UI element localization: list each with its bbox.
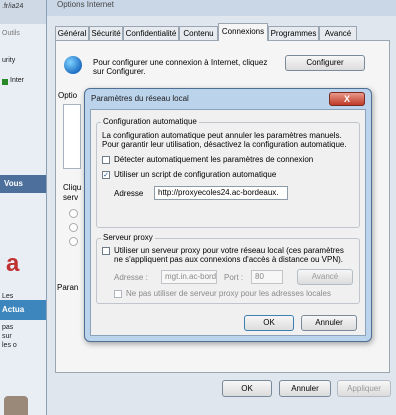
use-proxy-label: ne s'appliquent pas aux connexions d'acc… xyxy=(114,255,343,264)
address-label: Adresse xyxy=(114,189,144,198)
background-red-glyph: a xyxy=(6,250,20,277)
autoconfig-address-field[interactable]: http://proxyecoles24.ac-bordeaux. xyxy=(154,186,288,200)
radio-partial[interactable] xyxy=(69,209,78,218)
tab-confidentialite[interactable]: Confidentialité xyxy=(123,26,179,40)
setup-text-line2: sur Configurer. xyxy=(93,67,146,76)
connections-list-partial xyxy=(63,104,81,169)
internet-globe-icon xyxy=(64,56,82,74)
lan-dialog-body: Configuration automatique La configurati… xyxy=(90,109,366,336)
lan-settings-dialog: Paramètres du réseau local X Configurati… xyxy=(84,88,372,342)
background-vous-banner: Vous xyxy=(0,175,46,193)
autoconfig-script-label[interactable]: Utiliser un script de configuration auto… xyxy=(114,170,276,179)
options-cancel-button[interactable]: Annuler xyxy=(279,380,331,397)
background-menu-item[interactable]: Inter xyxy=(10,77,24,84)
background-url-fragment: .fr/ia24 xyxy=(2,3,24,10)
background-photo xyxy=(4,396,28,415)
tab-programmes[interactable]: Programmes xyxy=(268,26,319,40)
background-text: pas xyxy=(2,324,14,331)
proxy-address-field[interactable]: mgt.in.ac-borde xyxy=(161,270,217,284)
proxy-address-label: Adresse : xyxy=(114,273,148,282)
autoconfig-script-checkbox[interactable]: ✓ xyxy=(102,171,110,179)
radio-partial[interactable] xyxy=(69,237,78,246)
detect-settings-checkbox[interactable] xyxy=(102,156,110,164)
advanced-button[interactable]: Avancé xyxy=(297,269,353,285)
background-menu-item[interactable]: urity xyxy=(2,57,15,64)
configure-button[interactable]: Configurer xyxy=(285,55,365,71)
close-icon[interactable]: X xyxy=(329,92,365,106)
setup-text-line1: Pour configurer une connexion à Internet… xyxy=(93,58,268,67)
background-actualites-banner: Actua xyxy=(0,300,46,320)
background-text: Les xyxy=(2,293,14,300)
auto-config-description: Pour garantir leur utilisation, désactiv… xyxy=(102,140,347,149)
options-label-partial: Paran xyxy=(57,283,79,292)
options-ok-button[interactable]: OK xyxy=(222,380,272,397)
background-text: sur xyxy=(2,333,12,340)
tab-connexions[interactable]: Connexions xyxy=(218,23,268,41)
bypass-local-checkbox[interactable] xyxy=(114,290,122,298)
detect-settings-label[interactable]: Détecter automatiquement les paramètres … xyxy=(114,155,313,164)
tab-general[interactable]: Général xyxy=(55,26,89,40)
lan-dialog-title: Paramètres du réseau local xyxy=(91,94,189,103)
lan-cancel-button[interactable]: Annuler xyxy=(301,315,357,331)
port-label: Port : xyxy=(224,273,244,282)
use-proxy-checkbox[interactable] xyxy=(102,247,110,255)
auto-config-group-label: Configuration automatique xyxy=(101,117,199,126)
background-menu-item[interactable]: Outils xyxy=(2,30,20,37)
background-tab-icon xyxy=(2,79,8,85)
options-label-partial: Cliqu xyxy=(63,183,82,192)
tab-avance[interactable]: Avancé xyxy=(319,26,357,40)
proxy-server-group-label: Serveur proxy xyxy=(101,233,155,242)
background-text: les o xyxy=(2,342,17,349)
auto-config-description: La configuration automatique peut annule… xyxy=(102,131,342,140)
tab-securite[interactable]: Sécurité xyxy=(89,26,123,40)
options-label-partial: serv xyxy=(63,193,79,202)
radio-partial[interactable] xyxy=(69,223,78,232)
options-label-partial: Optio xyxy=(58,91,78,100)
use-proxy-label[interactable]: Utiliser un serveur proxy pour votre rés… xyxy=(114,246,344,255)
internet-options-title: Options Internet xyxy=(57,0,114,9)
options-apply-button[interactable]: Appliquer xyxy=(337,380,391,397)
tab-contenu[interactable]: Contenu xyxy=(179,26,218,40)
port-field[interactable]: 80 xyxy=(251,270,283,284)
bypass-local-label: Ne pas utiliser de serveur proxy pour le… xyxy=(126,289,331,298)
lan-ok-button[interactable]: OK xyxy=(244,315,294,331)
